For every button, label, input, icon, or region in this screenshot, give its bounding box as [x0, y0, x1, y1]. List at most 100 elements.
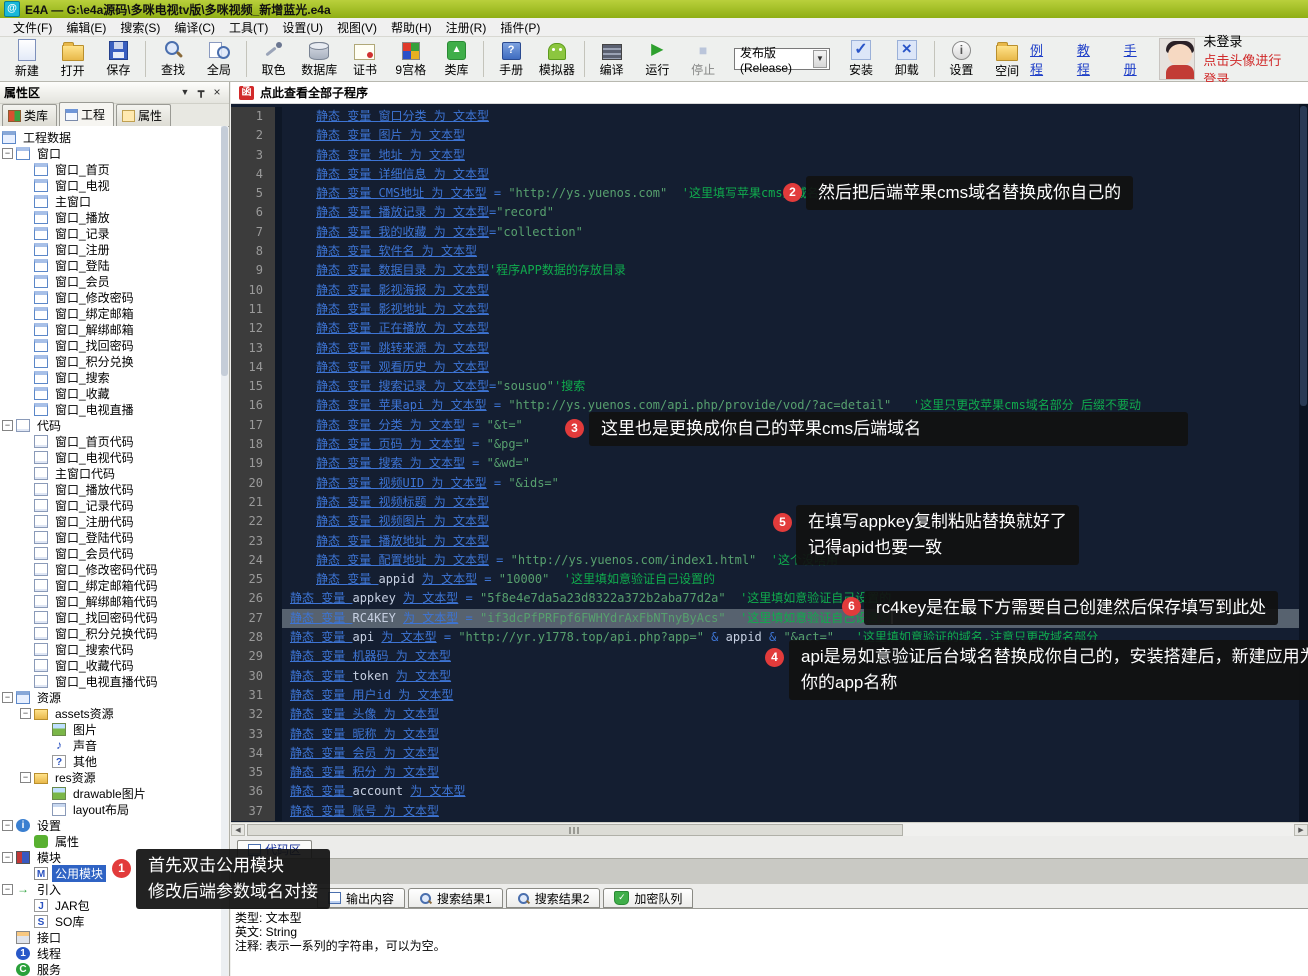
tree-item[interactable]: −res资源	[0, 769, 222, 785]
code-line[interactable]: 7静态 变量 我的收藏 为 文本型="collection"	[231, 223, 1308, 242]
tree-item[interactable]: SSO库	[0, 913, 222, 929]
tree-expander-icon[interactable]: −	[2, 692, 13, 703]
code-line[interactable]: 9静态 变量 数据目录 为 文本型'程序APP数据的存放目录	[231, 261, 1308, 280]
find-button[interactable]: 查找	[150, 38, 196, 80]
tree-item[interactable]: 窗口_积分兑换代码	[0, 625, 222, 641]
tree-expander-icon[interactable]: −	[2, 420, 13, 431]
install-button[interactable]: 安装	[838, 38, 884, 80]
code-line[interactable]: 35静态 变量 积分 为 文本型	[231, 763, 1308, 782]
menu-item-register[interactable]: 注册(R)	[439, 17, 494, 38]
code-line[interactable]: 3静态 变量 地址 为 文本型	[231, 146, 1308, 165]
code-line[interactable]: 12静态 变量 正在播放 为 文本型	[231, 319, 1308, 338]
tree-item[interactable]: 窗口_首页	[0, 161, 222, 177]
code-line[interactable]: 4静态 变量 详细信息 为 文本型	[231, 165, 1308, 184]
database-button[interactable]: 数据库	[296, 38, 342, 80]
tree-expander-icon[interactable]: −	[2, 820, 13, 831]
code-line[interactable]: 24静态 变量 配置地址 为 文本型 = "http://ys.yuenos.c…	[231, 551, 1308, 570]
compile-button[interactable]: 编译	[589, 38, 635, 80]
title-bar[interactable]: @ E4A — G:\e4a源码\多咪电视tv版\多咪视频_新增蓝光.e4a	[0, 0, 1308, 18]
menu-item-plugins[interactable]: 插件(P)	[493, 17, 547, 38]
tree-item[interactable]: ♪声音	[0, 737, 222, 753]
code-line[interactable]: 11静态 变量 影视地址 为 文本型	[231, 300, 1308, 319]
code-line[interactable]: 37静态 变量 账号 为 文本型	[231, 802, 1308, 821]
tree-item[interactable]: 窗口_电视	[0, 177, 222, 193]
certificate-button[interactable]: 证书	[342, 38, 388, 80]
tree-item[interactable]: 窗口_找回密码代码	[0, 609, 222, 625]
tree-item[interactable]: 1线程	[0, 945, 222, 961]
tree-item[interactable]: 窗口_解绑邮箱	[0, 321, 222, 337]
code-line[interactable]: 36静态 变量 account 为 文本型	[231, 782, 1308, 801]
scroll-left-icon[interactable]: ◀	[231, 824, 245, 836]
tree-expander-icon[interactable]: −	[20, 708, 31, 719]
tree-item[interactable]: 窗口_修改密码代码	[0, 561, 222, 577]
code-line[interactable]: 5静态 变量 CMS地址 为 文本型 = "http://ys.yuenos.c…	[231, 184, 1308, 203]
code-vertical-scrollbar[interactable]	[1299, 104, 1308, 822]
tree-item[interactable]: C服务	[0, 961, 222, 976]
code-line[interactable]: 14静态 变量 观看历史 为 文本型	[231, 358, 1308, 377]
code-line[interactable]: 21静态 变量 视频标题 为 文本型	[231, 493, 1308, 512]
new-button[interactable]: 新建	[4, 38, 50, 80]
code-line[interactable]: 1静态 变量 窗口分类 为 文本型	[231, 107, 1308, 126]
emulator-button[interactable]: 模拟器	[534, 38, 580, 80]
pick-color-button[interactable]: 取色	[251, 38, 297, 80]
tree-item[interactable]: 窗口_积分兑换	[0, 353, 222, 369]
scroll-thumb[interactable]	[247, 824, 903, 836]
tree-item[interactable]: 窗口_电视直播代码	[0, 673, 222, 689]
menu-item-view[interactable]: 视图(V)	[330, 17, 384, 38]
code-line[interactable]: 25静态 变量 appid 为 文本型 = "10000" '这里填如意验证自己…	[231, 570, 1308, 589]
code-line[interactable]: 19静态 变量 搜索 为 文本型 = "&wd="	[231, 454, 1308, 473]
panel-tab-project[interactable]: 工程	[59, 102, 114, 126]
link-handbook[interactable]: 手册	[1124, 40, 1145, 78]
tree-item[interactable]: 窗口_电视代码	[0, 449, 222, 465]
tree-item[interactable]: 窗口_搜索	[0, 369, 222, 385]
menu-item-help[interactable]: 帮助(H)	[384, 17, 439, 38]
open-button[interactable]: 打开	[50, 38, 96, 80]
tree-item[interactable]: 窗口_登陆	[0, 257, 222, 273]
avatar[interactable]	[1159, 38, 1196, 80]
tree-item[interactable]: 主窗口代码	[0, 465, 222, 481]
menu-item-file[interactable]: 文件(F)	[6, 17, 59, 38]
tree-item[interactable]: drawable图片	[0, 785, 222, 801]
global-button[interactable]: 全局	[196, 38, 242, 80]
code-horizontal-scrollbar[interactable]: ◀ ▶	[231, 822, 1308, 836]
splitter-band[interactable]	[231, 858, 1308, 885]
panel-pin-icon[interactable]: ┳	[193, 85, 209, 100]
tab-search2[interactable]: 搜索结果2	[506, 888, 601, 908]
class-lib-button[interactable]: 类库	[434, 38, 480, 80]
link-tutorials[interactable]: 教程	[1077, 40, 1098, 78]
panel-collapse-icon[interactable]: ▼	[177, 85, 193, 100]
tree-expander-icon[interactable]: −	[2, 852, 13, 863]
tree-item[interactable]: 窗口_电视直播	[0, 401, 222, 417]
tree-expander-icon[interactable]: −	[20, 772, 31, 783]
tree-item[interactable]: 窗口_会员	[0, 273, 222, 289]
tree-item[interactable]: 窗口_注册代码	[0, 513, 222, 529]
tab-output[interactable]: 输出内容	[317, 888, 405, 908]
tree-item[interactable]: 窗口_收藏	[0, 385, 222, 401]
tree-item[interactable]: 窗口_绑定邮箱代码	[0, 577, 222, 593]
code-line[interactable]: 8静态 变量 软件名 为 文本型	[231, 242, 1308, 261]
panel-tab-properties[interactable]: 属性	[116, 104, 171, 126]
run-button[interactable]: 运行	[634, 38, 680, 80]
tree-item[interactable]: 窗口_播放代码	[0, 481, 222, 497]
panel-tab-class-lib[interactable]: 类库	[2, 104, 57, 126]
manual-button[interactable]: 手册	[488, 38, 534, 80]
tree-item[interactable]: 窗口_解绑邮箱代码	[0, 593, 222, 609]
link-examples[interactable]: 例程	[1030, 40, 1051, 78]
tree-item[interactable]: 窗口_记录	[0, 225, 222, 241]
menu-item-compile[interactable]: 编译(C)	[167, 17, 222, 38]
code-line[interactable]: 15静态 变量 搜索记录 为 文本型="sousuo"'搜索	[231, 377, 1308, 396]
tree-item[interactable]: 窗口_记录代码	[0, 497, 222, 513]
tree-item[interactable]: −i设置	[0, 817, 222, 833]
tree-item[interactable]: 窗口_会员代码	[0, 545, 222, 561]
tab-search1[interactable]: 搜索结果1	[408, 888, 503, 908]
tree-item[interactable]: 窗口_注册	[0, 241, 222, 257]
tree-item[interactable]: 属性	[0, 833, 222, 849]
code-line[interactable]: 33静态 变量 昵称 为 文本型	[231, 725, 1308, 744]
code-line[interactable]: 13静态 变量 跳转来源 为 文本型	[231, 339, 1308, 358]
save-button[interactable]: 保存	[96, 38, 142, 80]
code-line[interactable]: 22静态 变量 视频图片 为 文本型	[231, 512, 1308, 531]
menu-item-search[interactable]: 搜索(S)	[113, 17, 167, 38]
settings-button[interactable]: 设置	[939, 38, 985, 80]
space-button[interactable]: 空间	[984, 38, 1030, 80]
tree-item[interactable]: 窗口_登陆代码	[0, 529, 222, 545]
